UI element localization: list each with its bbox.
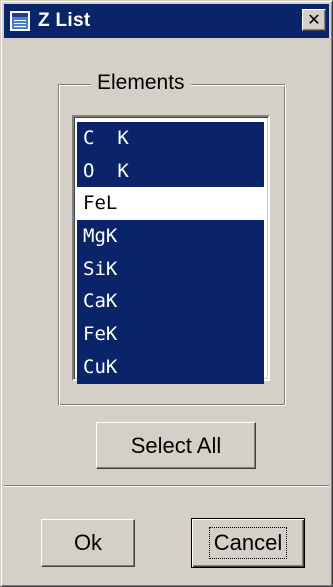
window-icon xyxy=(10,11,30,31)
list-item-sik[interactable]: SiK xyxy=(77,252,264,286)
list-item-fek[interactable]: FeK xyxy=(77,318,264,351)
close-button[interactable]: ✕ xyxy=(302,9,326,31)
list-item-o-k[interactable]: O K xyxy=(77,154,264,188)
list-item-cuk[interactable]: CuK xyxy=(77,350,264,384)
list-item-cak[interactable]: CaK xyxy=(77,285,264,319)
title-bar[interactable]: Z List ✕ xyxy=(4,4,329,38)
z-list-dialog: Z List ✕ Elements C K O K FeL MgK SiK Ca… xyxy=(0,0,333,587)
ok-button[interactable]: Ok xyxy=(41,519,135,567)
cancel-button[interactable]: Cancel xyxy=(191,518,305,568)
select-all-label: Select All xyxy=(130,432,222,458)
list-item-c-k[interactable]: C K xyxy=(77,122,264,155)
elements-group-label: Elements xyxy=(91,68,191,98)
window-title: Z List xyxy=(38,10,91,31)
select-all-button[interactable]: Select All xyxy=(96,422,256,469)
close-icon: ✕ xyxy=(307,10,321,29)
list-item-fel[interactable]: FeL xyxy=(77,187,264,221)
elements-listbox[interactable]: C K O K FeL MgK SiK CaK FeK CuK xyxy=(72,115,270,384)
list-item-mgk[interactable]: MgK xyxy=(77,220,264,253)
cancel-label: Cancel xyxy=(208,527,288,559)
divider xyxy=(4,485,329,487)
ok-label: Ok xyxy=(73,530,103,555)
